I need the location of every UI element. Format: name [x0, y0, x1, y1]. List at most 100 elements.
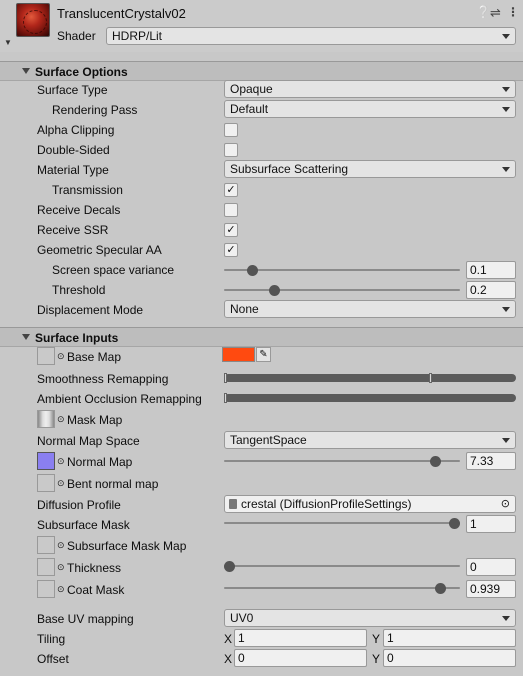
coat-mask-label: Coat Mask	[67, 583, 125, 597]
coat-mask-texture-slot[interactable]	[37, 580, 55, 598]
screen-space-variance-slider-handle[interactable]	[246, 265, 258, 276]
threshold-slider-track[interactable]	[224, 289, 460, 291]
shader-value: HDRP/Lit	[112, 29, 163, 43]
transmission-label: Transmission	[52, 183, 123, 197]
settings-sliders-icon[interactable]: ⇌	[490, 5, 501, 21]
rendering-pass-dropdown[interactable]: Default	[224, 100, 516, 118]
alpha-clipping-checkbox[interactable]	[224, 123, 238, 137]
object-picker-icon[interactable]: ⊙	[57, 562, 65, 573]
subsurface-mask-field[interactable]: 1	[466, 515, 516, 533]
material-type-value: Subsurface Scattering	[230, 162, 349, 176]
subsurface-mask-label: Subsurface Mask	[37, 518, 130, 532]
dropdown-arrow-icon	[502, 107, 510, 112]
kebab-menu-icon[interactable]: ⋮	[507, 5, 519, 19]
ao-remapping-label: Ambient Occlusion Remapping	[37, 392, 202, 406]
dropdown-arrow-icon	[502, 438, 510, 443]
screen-space-variance-label: Screen space variance	[52, 263, 175, 277]
ao-remapping-range-slider[interactable]	[224, 393, 516, 403]
offset-y-field[interactable]: 0	[383, 649, 516, 667]
range-max-handle[interactable]	[429, 373, 432, 383]
dropdown-arrow-icon	[502, 167, 510, 172]
offset-y-label: Y	[372, 652, 381, 666]
normal-map-strength-track[interactable]	[224, 460, 460, 462]
base-color-swatch[interactable]	[222, 347, 255, 362]
transmission-checkbox[interactable]: ✓	[224, 183, 238, 197]
subsurface-mask-map-texture-slot[interactable]	[37, 536, 55, 554]
geometric-specular-aa-label: Geometric Specular AA	[37, 243, 162, 257]
material-header: TranslucentCrystalv02 ▼ Shader HDRP/Lit …	[0, 0, 523, 52]
eyedropper-icon[interactable]: ✎	[256, 347, 271, 362]
threshold-label: Threshold	[52, 283, 106, 297]
thickness-field[interactable]: 0	[466, 558, 516, 576]
bent-normal-map-texture-slot[interactable]	[37, 474, 55, 492]
screen-space-variance-field[interactable]: 0.1	[466, 261, 516, 279]
tiling-label: Tiling	[37, 632, 66, 646]
subsurface-mask-slider-handle[interactable]	[449, 518, 460, 529]
object-picker-icon[interactable]: ⊙	[57, 478, 65, 489]
object-picker-icon[interactable]: ⊙	[501, 497, 510, 510]
screen-space-variance-slider-track[interactable]	[224, 269, 460, 271]
normal-map-strength-handle[interactable]	[430, 456, 441, 467]
threshold-slider-handle[interactable]	[269, 285, 280, 296]
foldout-arrow-icon	[22, 68, 30, 74]
coat-mask-field[interactable]: 0.939	[466, 580, 516, 598]
diffusion-profile-value: crestal (DiffusionProfileSettings)	[241, 497, 412, 511]
object-picker-icon[interactable]: ⊙	[57, 456, 65, 467]
checkmark-icon: ✓	[226, 244, 236, 256]
surface-type-label: Surface Type	[37, 83, 108, 97]
offset-label: Offset	[37, 652, 69, 666]
diffusion-profile-field[interactable]: crestal (DiffusionProfileSettings) ⊙	[224, 495, 516, 513]
checkmark-icon: ✓	[226, 184, 236, 196]
base-uv-mapping-dropdown[interactable]: UV0	[224, 609, 516, 627]
surface-inputs-header[interactable]: Surface Inputs	[0, 327, 523, 347]
normal-map-space-label: Normal Map Space	[37, 434, 140, 448]
dropdown-arrow-icon	[502, 34, 510, 39]
help-icon[interactable]: ❔	[476, 5, 491, 19]
object-picker-icon[interactable]: ⊙	[57, 540, 65, 551]
object-picker-icon[interactable]: ⊙	[57, 351, 65, 362]
displacement-mode-dropdown[interactable]: None	[224, 300, 516, 318]
mask-map-texture-slot[interactable]	[37, 410, 55, 428]
coat-mask-slider-handle[interactable]	[435, 583, 447, 594]
subsurface-mask-slider-track[interactable]	[224, 522, 460, 524]
material-type-dropdown[interactable]: Subsurface Scattering	[224, 160, 516, 178]
smoothness-remapping-range-slider[interactable]	[224, 373, 516, 383]
tiling-y-field[interactable]: 1	[383, 629, 516, 647]
object-picker-icon[interactable]: ⊙	[57, 414, 65, 425]
object-picker-icon[interactable]: ⊙	[57, 584, 65, 595]
displacement-mode-label: Displacement Mode	[37, 303, 144, 317]
threshold-field[interactable]: 0.2	[466, 281, 516, 299]
shader-dropdown[interactable]: HDRP/Lit	[106, 27, 516, 45]
receive-ssr-checkbox[interactable]: ✓	[224, 223, 238, 237]
header-foldout-arrow-icon[interactable]: ▼	[4, 38, 12, 47]
normal-map-texture-slot[interactable]	[37, 452, 55, 470]
offset-x-label: X	[224, 652, 233, 666]
base-uv-mapping-label: Base UV mapping	[37, 612, 134, 626]
surface-type-dropdown[interactable]: Opaque	[224, 80, 516, 98]
thickness-label: Thickness	[67, 561, 122, 575]
displacement-mode-value: None	[230, 302, 259, 316]
material-name: TranslucentCrystalv02	[57, 6, 186, 21]
normal-map-strength-field[interactable]: 7.33	[466, 452, 516, 470]
double-sided-checkbox[interactable]	[224, 143, 238, 157]
material-type-label: Material Type	[37, 163, 109, 177]
base-map-texture-slot[interactable]	[37, 347, 55, 365]
diffusion-profile-label: Diffusion Profile	[37, 498, 121, 512]
checkmark-icon: ✓	[226, 224, 236, 236]
surface-options-header[interactable]: Surface Options	[0, 61, 523, 81]
range-min-handle[interactable]	[224, 393, 227, 403]
thickness-slider-handle[interactable]	[224, 561, 235, 572]
receive-decals-checkbox[interactable]	[224, 203, 238, 217]
normal-map-space-dropdown[interactable]: TangentSpace	[224, 431, 516, 449]
thickness-slider-track[interactable]	[224, 565, 460, 567]
offset-x-field[interactable]: 0	[234, 649, 367, 667]
material-preview-thumbnail[interactable]	[16, 3, 50, 37]
coat-mask-slider-track[interactable]	[224, 587, 460, 589]
geometric-specular-aa-checkbox[interactable]: ✓	[224, 243, 238, 257]
tiling-x-field[interactable]: 1	[234, 629, 367, 647]
base-map-label: Base Map	[67, 350, 122, 364]
thickness-texture-slot[interactable]	[37, 558, 55, 576]
alpha-clipping-label: Alpha Clipping	[37, 123, 115, 137]
bent-normal-map-label: Bent normal map	[67, 477, 159, 491]
range-min-handle[interactable]	[224, 373, 227, 383]
